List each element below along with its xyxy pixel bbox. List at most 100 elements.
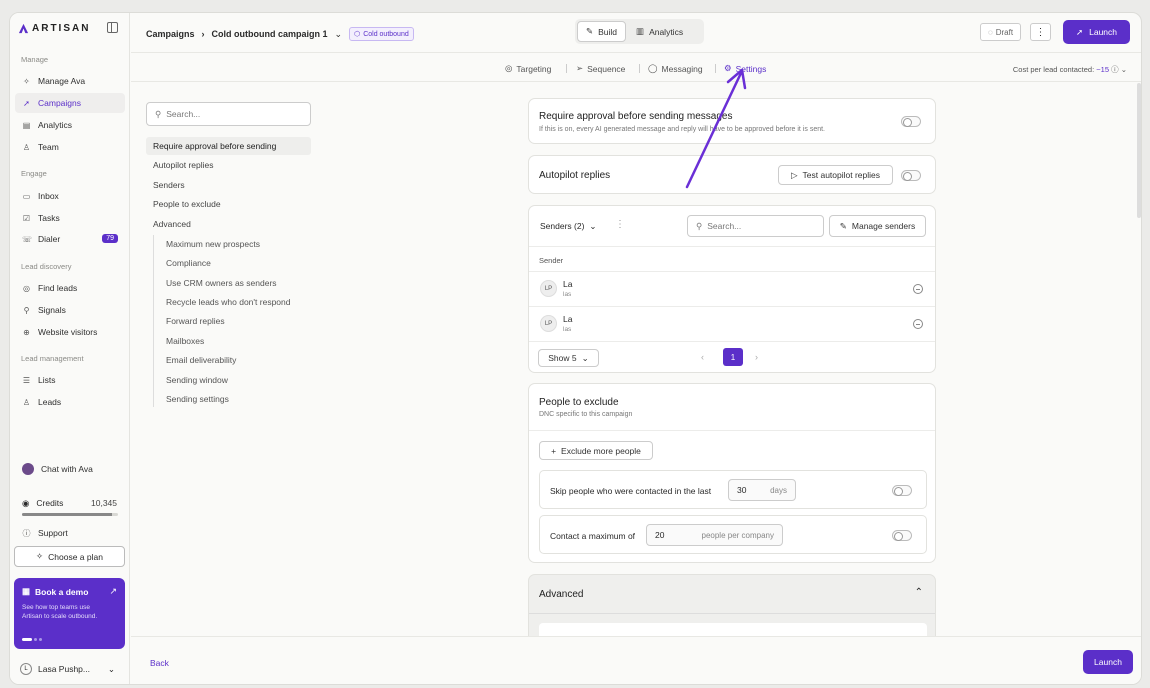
skip-days-input[interactable]: 30 days [728,479,796,501]
chevron-down-icon[interactable]: ⌄ [1121,65,1127,74]
chat-with-ava[interactable]: Chat with Ava [15,459,125,479]
credits[interactable]: ◉ Credits 10,345 [15,494,125,512]
next-page-icon[interactable]: › [755,352,758,362]
avatar: L [20,663,32,675]
sidebar-item-signals[interactable]: ⚲ Signals [15,300,125,320]
sparkle-icon: ✧ [36,551,44,561]
approval-toggle[interactable] [901,116,921,127]
page-1-button[interactable]: 1 [723,348,743,366]
nav-sending-settings[interactable]: Sending settings [166,394,229,404]
arrow-up-right-icon: ↗ [109,586,117,596]
divider [566,64,567,73]
chevron-up-icon[interactable]: ⌃ [915,587,923,598]
scrollbar[interactable] [1137,83,1141,218]
kebab-icon[interactable]: ⋮ [615,219,625,230]
credits-bar-fill [22,513,113,516]
manage-senders-button[interactable]: ✎ Manage senders [829,215,926,237]
sidebar-item-tasks[interactable]: ☑ Tasks [15,208,125,228]
mode-tabs: ✎ Build ▥ Analytics [575,19,704,44]
sidebar-item-manage-ava[interactable]: ✧ Manage Ava [15,71,125,91]
divider [639,64,640,73]
footer-bar: Back Launch [131,636,1141,684]
chart-icon: ▥ [636,26,645,36]
support-link[interactable]: ⓘ Support [15,523,125,543]
advanced-card: Advanced ⌃ [528,574,936,645]
remove-sender-icon[interactable] [913,284,923,294]
launch-button[interactable]: ➚ Launch [1063,20,1130,44]
exclude-subtitle: DNC specific to this campaign [539,411,633,418]
campaign-type-tag: ⬡ Cold outbound [349,27,414,41]
nav-recycle-leads[interactable]: Recycle leads who don't respond [166,297,290,307]
collapse-sidebar-icon[interactable] [107,22,118,33]
nav-maximum-new-prospects[interactable]: Maximum new prospects [166,239,260,249]
sidebar-item-analytics[interactable]: ▤ Analytics [15,115,125,135]
more-options-button[interactable]: ⋮ [1030,23,1051,41]
test-autopilot-button[interactable]: ▷ Test autopilot replies [778,165,893,185]
signal-icon: ⚲ [23,305,30,315]
tab-build[interactable]: ✎ Build [577,21,627,42]
sidebar-item-team[interactable]: ♙ Team [15,137,125,157]
divider [715,64,716,73]
sidebar-item-find-leads[interactable]: ◎ Find leads [15,278,125,298]
tab-sequence[interactable]: ➢ Sequence [576,63,625,74]
nav-autopilot-replies[interactable]: Autopilot replies [146,156,311,174]
sender-column-header: Sender [539,256,564,265]
nav-sending-window[interactable]: Sending window [166,375,228,385]
table-row[interactable]: LP La las [529,307,935,341]
remove-sender-icon[interactable] [913,319,923,329]
launch-bottom-button[interactable]: Launch [1083,650,1133,674]
nav-email-deliverability[interactable]: Email deliverability [166,355,236,365]
sidebar-item-website-visitors[interactable]: ⊕ Website visitors [15,322,125,342]
tab-targeting[interactable]: ◎ Targeting [505,63,551,74]
exclude-more-button[interactable]: + Exclude more people [539,441,653,460]
sidebar-item-campaigns[interactable]: ➚ Campaigns [15,93,125,113]
autopilot-toggle[interactable] [901,170,921,181]
table-row[interactable]: LP La las [529,272,935,306]
senders-search-input[interactable]: ⚲ Search... [687,215,824,237]
campaign-name[interactable]: Cold outbound campaign 1 [212,29,328,39]
settings-search-input[interactable]: ⚲ Search... [146,102,311,126]
carousel-dots [22,638,42,641]
nav-forward-replies[interactable]: Forward replies [166,316,225,326]
autopilot-card: Autopilot replies ▷ Test autopilot replie… [528,155,936,194]
skip-contacted-toggle[interactable] [892,485,912,496]
max-per-company-row: Contact a maximum of 20 people per compan… [539,515,927,554]
back-button[interactable]: Back [150,658,169,668]
user-menu[interactable]: L Lasa Pushp... ⌄ [14,658,125,680]
nav-advanced[interactable]: Advanced [146,215,311,233]
send-icon: ➢ [576,63,584,73]
sidebar-item-leads[interactable]: ♙ Leads [15,392,125,412]
breadcrumb-campaigns[interactable]: Campaigns [146,29,195,39]
senders-dropdown[interactable]: Senders (2) ⌄ [540,221,597,232]
nav-mailboxes[interactable]: Mailboxes [166,336,204,346]
nav-senders[interactable]: Senders [146,176,311,194]
max-per-company-toggle[interactable] [892,530,912,541]
skip-label: Skip people who were contacted in the la… [550,486,712,496]
sender-email: las [563,291,572,298]
nav-people-to-exclude[interactable]: People to exclude [146,195,311,213]
avatar: LP [540,280,557,297]
nav-compliance[interactable]: Compliance [166,258,211,268]
sender-name: La [563,279,573,289]
settings-subtabs: ◎ Targeting ➢ Sequence ◯ Messaging ⚙ Setting… [131,54,1141,82]
sidebar-item-inbox[interactable]: ▭ Inbox [15,186,125,206]
divider [529,613,935,614]
nav-require-approval[interactable]: Require approval before sending [146,137,311,155]
page-size-select[interactable]: Show 5 ⌄ [538,349,599,367]
tab-analytics[interactable]: ▥ Analytics [628,21,691,42]
chevron-down-icon[interactable]: ⌄ [335,29,343,40]
tab-settings[interactable]: ⚙ Settings [724,63,766,74]
tab-messaging[interactable]: ◯ Messaging [648,63,703,74]
main-area: Campaigns › Cold outbound campaign 1 ⌄ ⬡… [131,13,1141,684]
prev-page-icon[interactable]: ‹ [701,352,704,362]
sidebar-item-dialer[interactable]: ☏ Dialer 79 [15,229,125,249]
sender-email: las [563,326,572,333]
help-icon: ⓘ [22,528,31,538]
nav-crm-owners[interactable]: Use CRM owners as senders [166,278,277,288]
book-demo-card[interactable]: ▦ Book a demo ↗ See how top teams use Art… [14,578,125,649]
max-per-company-input[interactable]: 20 people per company [646,524,783,546]
choose-plan-button[interactable]: ✧ Choose a plan [14,546,125,567]
edit-icon: ✎ [839,220,847,231]
sidebar-item-lists[interactable]: ☰ Lists [15,370,125,390]
chart-icon: ▤ [22,120,31,130]
